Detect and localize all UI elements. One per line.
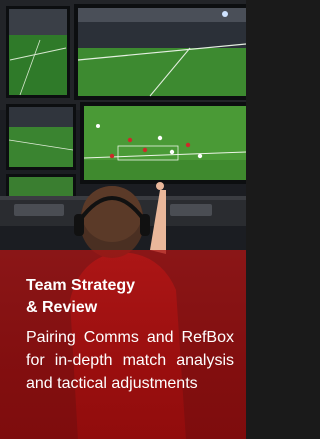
card-description: Pairing Comms and RefBox for in-depth ma… [26,329,234,392]
card-title-line-2: & Review [26,299,98,316]
monitor-middle-center [80,102,246,184]
monitor-top-right [74,4,246,100]
monitor-middle-left [6,104,76,170]
card-title: Team Strategy & Review [26,275,226,319]
monitor-top-left [6,6,70,98]
feature-card[interactable]: Team Strategy & Review Pairing Comms and… [0,0,246,439]
card-title-line-1: Team Strategy [26,277,136,294]
